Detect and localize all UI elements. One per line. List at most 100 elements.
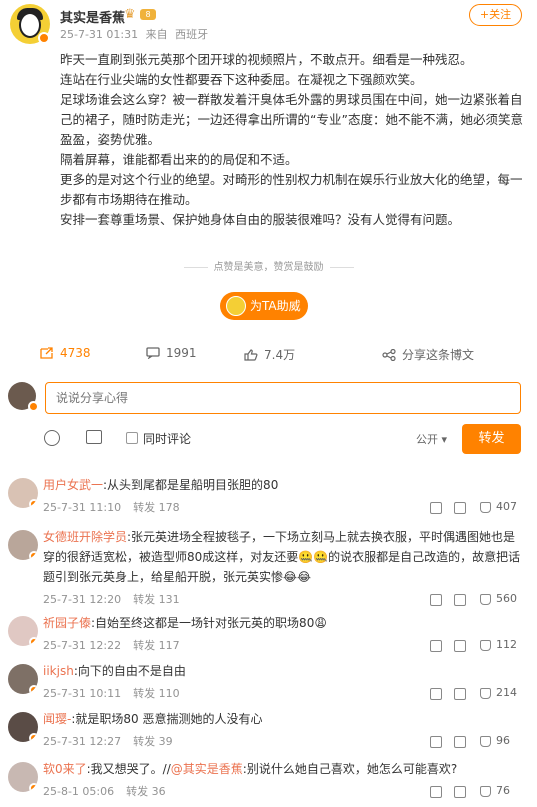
sync-comment-label: 同时评论 xyxy=(143,432,192,446)
comment-icon xyxy=(146,347,160,359)
composer-tools: 同时评论 公开 ▾ 转发 xyxy=(0,424,537,454)
verified-badge-icon xyxy=(29,551,38,560)
comment-text: :向下的自由不是自由 xyxy=(73,664,186,678)
submit-forward-button[interactable]: 转发 xyxy=(462,424,521,454)
post-paragraph: 隔着屏幕，谁能都看出来的的局促和不适。 xyxy=(60,152,298,167)
comment-tools: 560 xyxy=(430,592,525,608)
forward-icon xyxy=(40,347,53,359)
comment-icon[interactable] xyxy=(454,786,466,798)
author-name[interactable]: 其实是香蕉 xyxy=(60,7,125,26)
forward-icon[interactable] xyxy=(430,736,442,748)
comment-tools: 214 xyxy=(430,686,525,702)
commenter-name[interactable]: 软0来了 xyxy=(43,762,87,776)
verified-badge-icon xyxy=(29,783,38,792)
commenter-avatar[interactable] xyxy=(8,712,38,742)
comment-icon[interactable] xyxy=(454,502,466,514)
comment-meta: 25-7-31 12:27 转发 39 xyxy=(43,733,173,749)
comment-forward-count[interactable]: 转发 36 xyxy=(126,785,166,798)
visibility-value: 公开 xyxy=(416,433,438,446)
verified-badge-icon xyxy=(28,401,39,412)
comment-tools: 112 xyxy=(430,638,525,654)
comment-icon[interactable] xyxy=(454,640,466,652)
post-paragraph: 安排一套尊重场景、保护她身体自由的服装很难吗？没有人觉得有问题。 xyxy=(60,212,461,227)
comment-tools: 407 xyxy=(430,500,525,516)
comment-time: 25-7-31 12:27 xyxy=(43,735,122,748)
comment-like-count: 407 xyxy=(496,500,517,513)
forward-icon[interactable] xyxy=(430,594,442,606)
comment-action[interactable]: 1991 xyxy=(146,346,197,360)
comment-text-line: 女德班开除学员:张元英进场全程披毯子，一下场立刻马上就去换衣服，平时偶遇图她也是… xyxy=(43,527,523,587)
share-action[interactable]: 分享这条博文 xyxy=(382,346,474,363)
mention-link[interactable]: @其实是香蕉 xyxy=(171,762,243,776)
commenter-name[interactable]: 女德班开除学员 xyxy=(43,530,127,544)
avatar-face xyxy=(19,12,41,38)
comment-forward-count[interactable]: 转发 117 xyxy=(133,639,180,652)
forward-icon[interactable] xyxy=(430,786,442,798)
comment-text: :就是职场80 恶意揣测她的人没有心 xyxy=(71,712,263,726)
thumbs-up-icon xyxy=(244,349,258,361)
like-action[interactable]: 7.4万 xyxy=(244,346,295,363)
verified-badge-icon xyxy=(29,499,38,508)
comment-text-line: 软0来了:我又想哭了。//@其实是香蕉:别说什么她自己喜欢，她怎么可能喜欢? xyxy=(43,759,523,779)
comment-meta: 25-8-1 05:06 转发 36 xyxy=(43,783,166,799)
forward-icon[interactable] xyxy=(430,688,442,700)
my-avatar[interactable] xyxy=(8,382,39,412)
follow-button[interactable]: +关注 xyxy=(469,4,522,26)
divider-line xyxy=(183,266,208,268)
like-note-text: 点赞是美意，赞赏是鼓励 xyxy=(213,262,324,273)
comment-text-line: 祈园子傣:自始至终这都是一场针对张元英的职场80😩 xyxy=(43,613,523,633)
emoji-icon[interactable] xyxy=(44,430,60,446)
commenter-avatar[interactable] xyxy=(8,762,38,792)
visibility-select[interactable]: 公开 ▾ xyxy=(416,431,447,447)
share-icon xyxy=(382,349,396,361)
post-timestamp[interactable]: 25-7-31 01:31 xyxy=(60,28,138,41)
thumbs-up-icon[interactable] xyxy=(480,736,491,747)
thumbs-up-icon[interactable] xyxy=(480,786,491,797)
commenter-name[interactable]: iikjsh xyxy=(43,664,74,678)
level-badge: 8 xyxy=(140,9,156,20)
forward-action[interactable]: 4738 xyxy=(40,346,91,360)
post-location: 西班牙 xyxy=(175,28,209,41)
commenter-avatar[interactable] xyxy=(8,478,38,508)
forward-icon[interactable] xyxy=(430,502,442,514)
comment-icon[interactable] xyxy=(454,594,466,606)
forward-count: 4738 xyxy=(60,346,91,360)
comment-like-count: 96 xyxy=(496,734,510,747)
action-bar: 4738 1991 7.4万 分享这条博文 xyxy=(0,342,537,368)
comment-icon[interactable] xyxy=(454,736,466,748)
comment-like-count: 214 xyxy=(496,686,517,699)
comment-meta: 25-7-31 12:22 转发 117 xyxy=(43,637,180,653)
like-count: 7.4万 xyxy=(264,348,296,362)
thumbs-up-icon[interactable] xyxy=(480,594,491,605)
comment-tools: 76 xyxy=(430,784,525,800)
comment-forward-count[interactable]: 转发 131 xyxy=(133,593,180,606)
comment-icon[interactable] xyxy=(454,688,466,700)
support-avatar-icon xyxy=(226,296,246,316)
support-button[interactable]: 为TA助威 xyxy=(220,292,308,320)
commenter-avatar[interactable] xyxy=(8,616,38,646)
comment-text-line: iikjsh:向下的自由不是自由 xyxy=(43,661,523,681)
commenter-name[interactable]: 闻璎- xyxy=(43,712,71,726)
verified-badge-icon xyxy=(29,685,38,694)
post-content: 昨天一直刷到张元英那个团开球的视频照片，不敢点开。细看是一种残忍。 连站在行业尖… xyxy=(60,50,528,230)
verified-badge-icon xyxy=(38,32,50,44)
thumbs-up-icon[interactable] xyxy=(480,640,491,651)
comment-forward-count[interactable]: 转发 110 xyxy=(133,687,180,700)
commenter-avatar[interactable] xyxy=(8,530,38,560)
commenter-name[interactable]: 用户女武一 xyxy=(43,478,103,492)
like-note: 点赞是美意，赞赏是鼓励 xyxy=(0,258,537,273)
thumbs-up-icon[interactable] xyxy=(480,502,491,513)
comment-time: 25-7-31 11:10 xyxy=(43,501,122,514)
forward-icon[interactable] xyxy=(430,640,442,652)
image-icon[interactable] xyxy=(86,430,102,444)
commenter-name[interactable]: 祈园子傣 xyxy=(43,616,91,630)
commenter-avatar[interactable] xyxy=(8,664,38,694)
comment-forward-count[interactable]: 转发 39 xyxy=(133,735,173,748)
comment-text: :自始至终这都是一场针对张元英的职场80😩 xyxy=(91,616,327,630)
comment-time: 25-7-31 12:22 xyxy=(43,639,122,652)
post-paragraph: 连站在行业尖端的女性都要吞下这种委屈。在凝视之下强颜欢笑。 xyxy=(60,72,423,87)
comment-input[interactable] xyxy=(45,382,521,414)
comment-forward-count[interactable]: 转发 178 xyxy=(133,501,180,514)
sync-comment-checkbox[interactable] xyxy=(126,432,138,444)
thumbs-up-icon[interactable] xyxy=(480,688,491,699)
